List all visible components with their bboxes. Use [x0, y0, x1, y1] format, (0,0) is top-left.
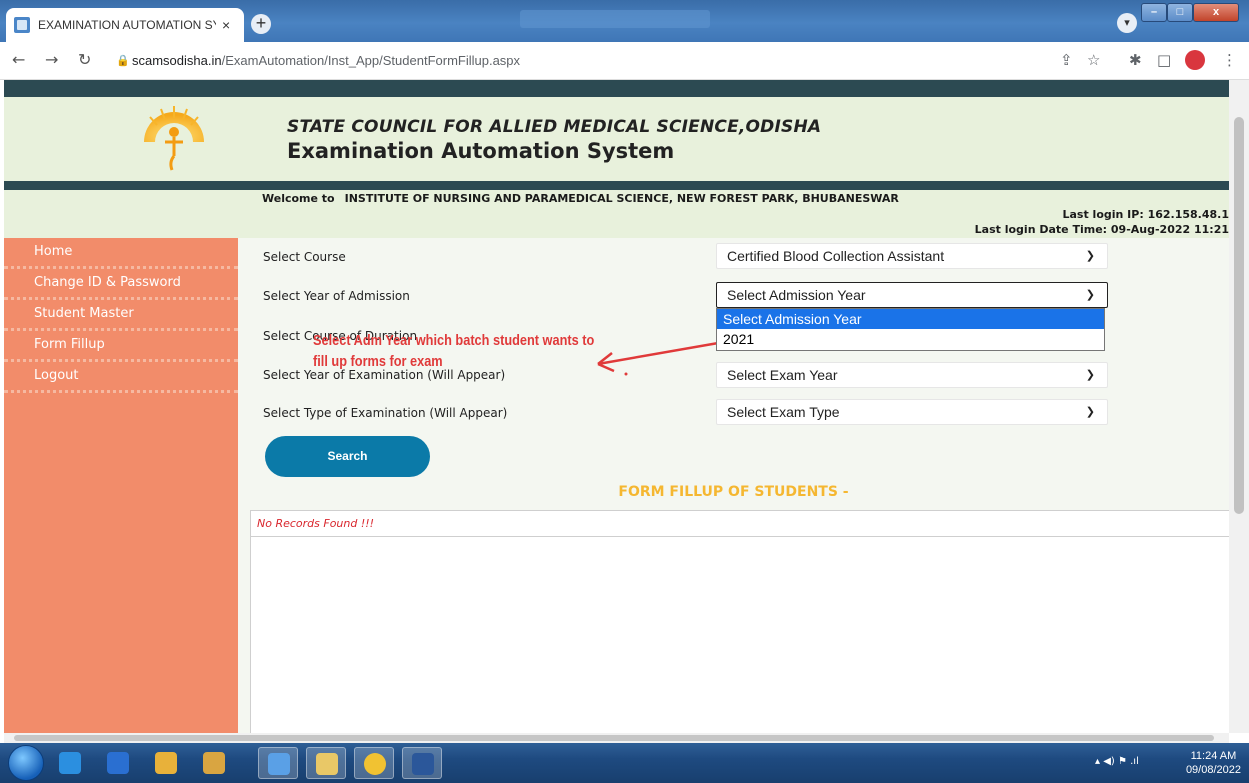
sidebar-item-home[interactable]: Home: [4, 238, 238, 269]
taskbar-word[interactable]: [402, 747, 442, 779]
admission-year-select-value: Select Admission Year: [727, 287, 866, 303]
new-tab-button[interactable]: +: [251, 14, 271, 34]
site-favicon-icon: [14, 17, 30, 33]
window-minimize-button[interactable]: –: [1141, 3, 1167, 22]
chevron-down-icon: ❯: [1085, 289, 1095, 301]
taskbar-app-4[interactable]: [194, 747, 234, 779]
horizontal-scrollbar-thumb[interactable]: [14, 735, 1214, 741]
horizontal-scrollbar[interactable]: [4, 733, 1229, 743]
admission-year-label: Select Year of Admission: [263, 289, 410, 303]
vertical-scrollbar[interactable]: [1229, 80, 1249, 733]
course-select[interactable]: Certified Blood Collection Assistant ❯: [716, 243, 1108, 269]
last-login-ip: Last login IP: 162.158.48.1: [1062, 208, 1229, 221]
lock-icon[interactable]: 🔒: [116, 54, 130, 67]
taskbar-app-3[interactable]: [146, 747, 186, 779]
window-maximize-button[interactable]: □: [1167, 3, 1193, 22]
profile-avatar-icon[interactable]: [1185, 50, 1205, 70]
share-icon[interactable]: ⇪: [1060, 51, 1073, 69]
clock-time: 11:24 AM: [1190, 750, 1237, 762]
sidebar-item-form-fillup[interactable]: Form Fillup: [4, 331, 238, 362]
system-tray-icons[interactable]: ▴ ◀) ⚑ .ıl: [1095, 756, 1139, 767]
exam-type-select-value: Select Exam Type: [727, 404, 840, 420]
back-arrow-icon[interactable]: ←: [12, 50, 25, 69]
main-content: Select Course Certified Blood Collection…: [238, 238, 1229, 733]
chevron-down-icon: ❯: [1085, 369, 1095, 381]
exam-year-select-value: Select Exam Year: [727, 367, 838, 383]
institute-name: INSTITUTE OF NURSING AND PARAMEDICAL SCI…: [344, 192, 899, 205]
course-select-value: Certified Blood Collection Assistant: [727, 248, 945, 264]
sidebar-item-change-id-password[interactable]: Change ID & Password: [4, 269, 238, 300]
side-panel-icon[interactable]: □: [1157, 51, 1171, 69]
browser-titlebar: EXAMINATION AUTOMATION SY × + ▾ – □ x: [0, 0, 1249, 42]
sidebar-menu: Home Change ID & Password Student Master…: [4, 238, 238, 733]
clock-date: 09/08/2022: [1185, 764, 1241, 776]
chevron-down-icon: ❯: [1085, 250, 1095, 262]
word-icon: [412, 753, 434, 775]
results-grid: No Records Found !!!: [250, 510, 1229, 733]
file-explorer-icon: [316, 753, 338, 775]
tab-search-chevron-icon[interactable]: ▾: [1117, 13, 1137, 33]
section-title: FORM FILLUP OF STUDENTS -: [618, 484, 849, 500]
blurred-window-title: [520, 10, 710, 28]
org-name: STATE COUNCIL FOR ALLIED MEDICAL SCIENCE…: [287, 117, 822, 137]
session-bar: Welcome to INSTITUTE OF NURSING AND PARAM…: [4, 190, 1229, 238]
window-close-button[interactable]: x: [1193, 3, 1239, 22]
browser-tab[interactable]: EXAMINATION AUTOMATION SY ×: [6, 8, 244, 42]
windows-taskbar: ▴ ◀) ⚑ .ıl 11:24 AM 09/08/2022: [0, 743, 1249, 783]
browser-menu-icon[interactable]: ⋮: [1222, 51, 1237, 69]
admission-year-select[interactable]: Select Admission Year ❯: [716, 282, 1108, 308]
address-bar-url[interactable]: scamsodisha.in/ExamAutomation/Inst_App/S…: [132, 53, 520, 68]
browser-toolbar: ← → ↻ 🔒 scamsodisha.in/ExamAutomation/In…: [0, 42, 1249, 80]
last-login-datetime: Last login Date Time: 09-Aug-2022 11:21: [974, 223, 1229, 236]
tab-close-icon[interactable]: ×: [222, 17, 230, 33]
annotation-line-2: fill up forms for exam: [313, 353, 443, 370]
start-button-icon[interactable]: [8, 745, 44, 781]
forward-arrow-icon[interactable]: →: [45, 50, 58, 69]
search-button[interactable]: Search: [265, 436, 430, 477]
internet-explorer-icon: [59, 752, 81, 774]
taskbar-app-2[interactable]: [98, 747, 138, 779]
taskbar-ie[interactable]: [50, 747, 90, 779]
course-label: Select Course: [263, 250, 346, 264]
chrome-icon: [364, 753, 386, 775]
taskbar-paint[interactable]: [258, 747, 298, 779]
system-name: Examination Automation System: [287, 139, 675, 163]
reload-icon[interactable]: ↻: [78, 50, 91, 69]
app-icon: [203, 752, 225, 774]
site-header: STATE COUNCIL FOR ALLIED MEDICAL SCIENCE…: [4, 97, 1229, 181]
extensions-puzzle-icon[interactable]: ✱: [1129, 51, 1142, 69]
council-logo-icon: [144, 106, 204, 171]
annotation-arrow-icon: [597, 340, 725, 376]
annotation-line-1: Select Adm Year which batch student want…: [313, 332, 595, 349]
screen: EXAMINATION AUTOMATION SY × + ▾ – □ x ← …: [0, 0, 1249, 783]
sidebar-item-student-master[interactable]: Student Master: [4, 300, 238, 331]
paint-icon: [268, 753, 290, 775]
header-top-band: [4, 80, 1229, 97]
no-records-message: No Records Found !!!: [251, 511, 1229, 537]
exam-type-select[interactable]: Select Exam Type ❯: [716, 399, 1108, 425]
admission-year-dropdown: Select Admission Year 2021: [716, 308, 1105, 351]
exam-year-label: Select Year of Examination (Will Appear): [263, 368, 506, 382]
dropdown-option-2021[interactable]: 2021: [717, 329, 1104, 349]
exam-type-label: Select Type of Examination (Will Appear): [263, 406, 508, 420]
welcome-text: Welcome to INSTITUTE OF NURSING AND PARAM…: [262, 192, 899, 205]
taskbar-chrome[interactable]: [354, 747, 394, 779]
tab-title: EXAMINATION AUTOMATION SY: [38, 18, 216, 32]
sidebar-item-logout[interactable]: Logout: [4, 362, 238, 393]
dropdown-option-placeholder[interactable]: Select Admission Year: [717, 309, 1104, 329]
taskbar-clock[interactable]: 11:24 AM 09/08/2022: [1186, 749, 1241, 777]
exam-year-select[interactable]: Select Exam Year ❯: [716, 362, 1108, 388]
chevron-down-icon: ❯: [1085, 406, 1095, 418]
vertical-scrollbar-thumb[interactable]: [1234, 117, 1244, 514]
bookmark-star-icon[interactable]: ☆: [1087, 51, 1100, 69]
taskbar-explorer[interactable]: [306, 747, 346, 779]
web-page: STATE COUNCIL FOR ALLIED MEDICAL SCIENCE…: [4, 80, 1229, 733]
header-mid-band: [4, 181, 1229, 190]
app-icon: [155, 752, 177, 774]
app-icon: [107, 752, 129, 774]
